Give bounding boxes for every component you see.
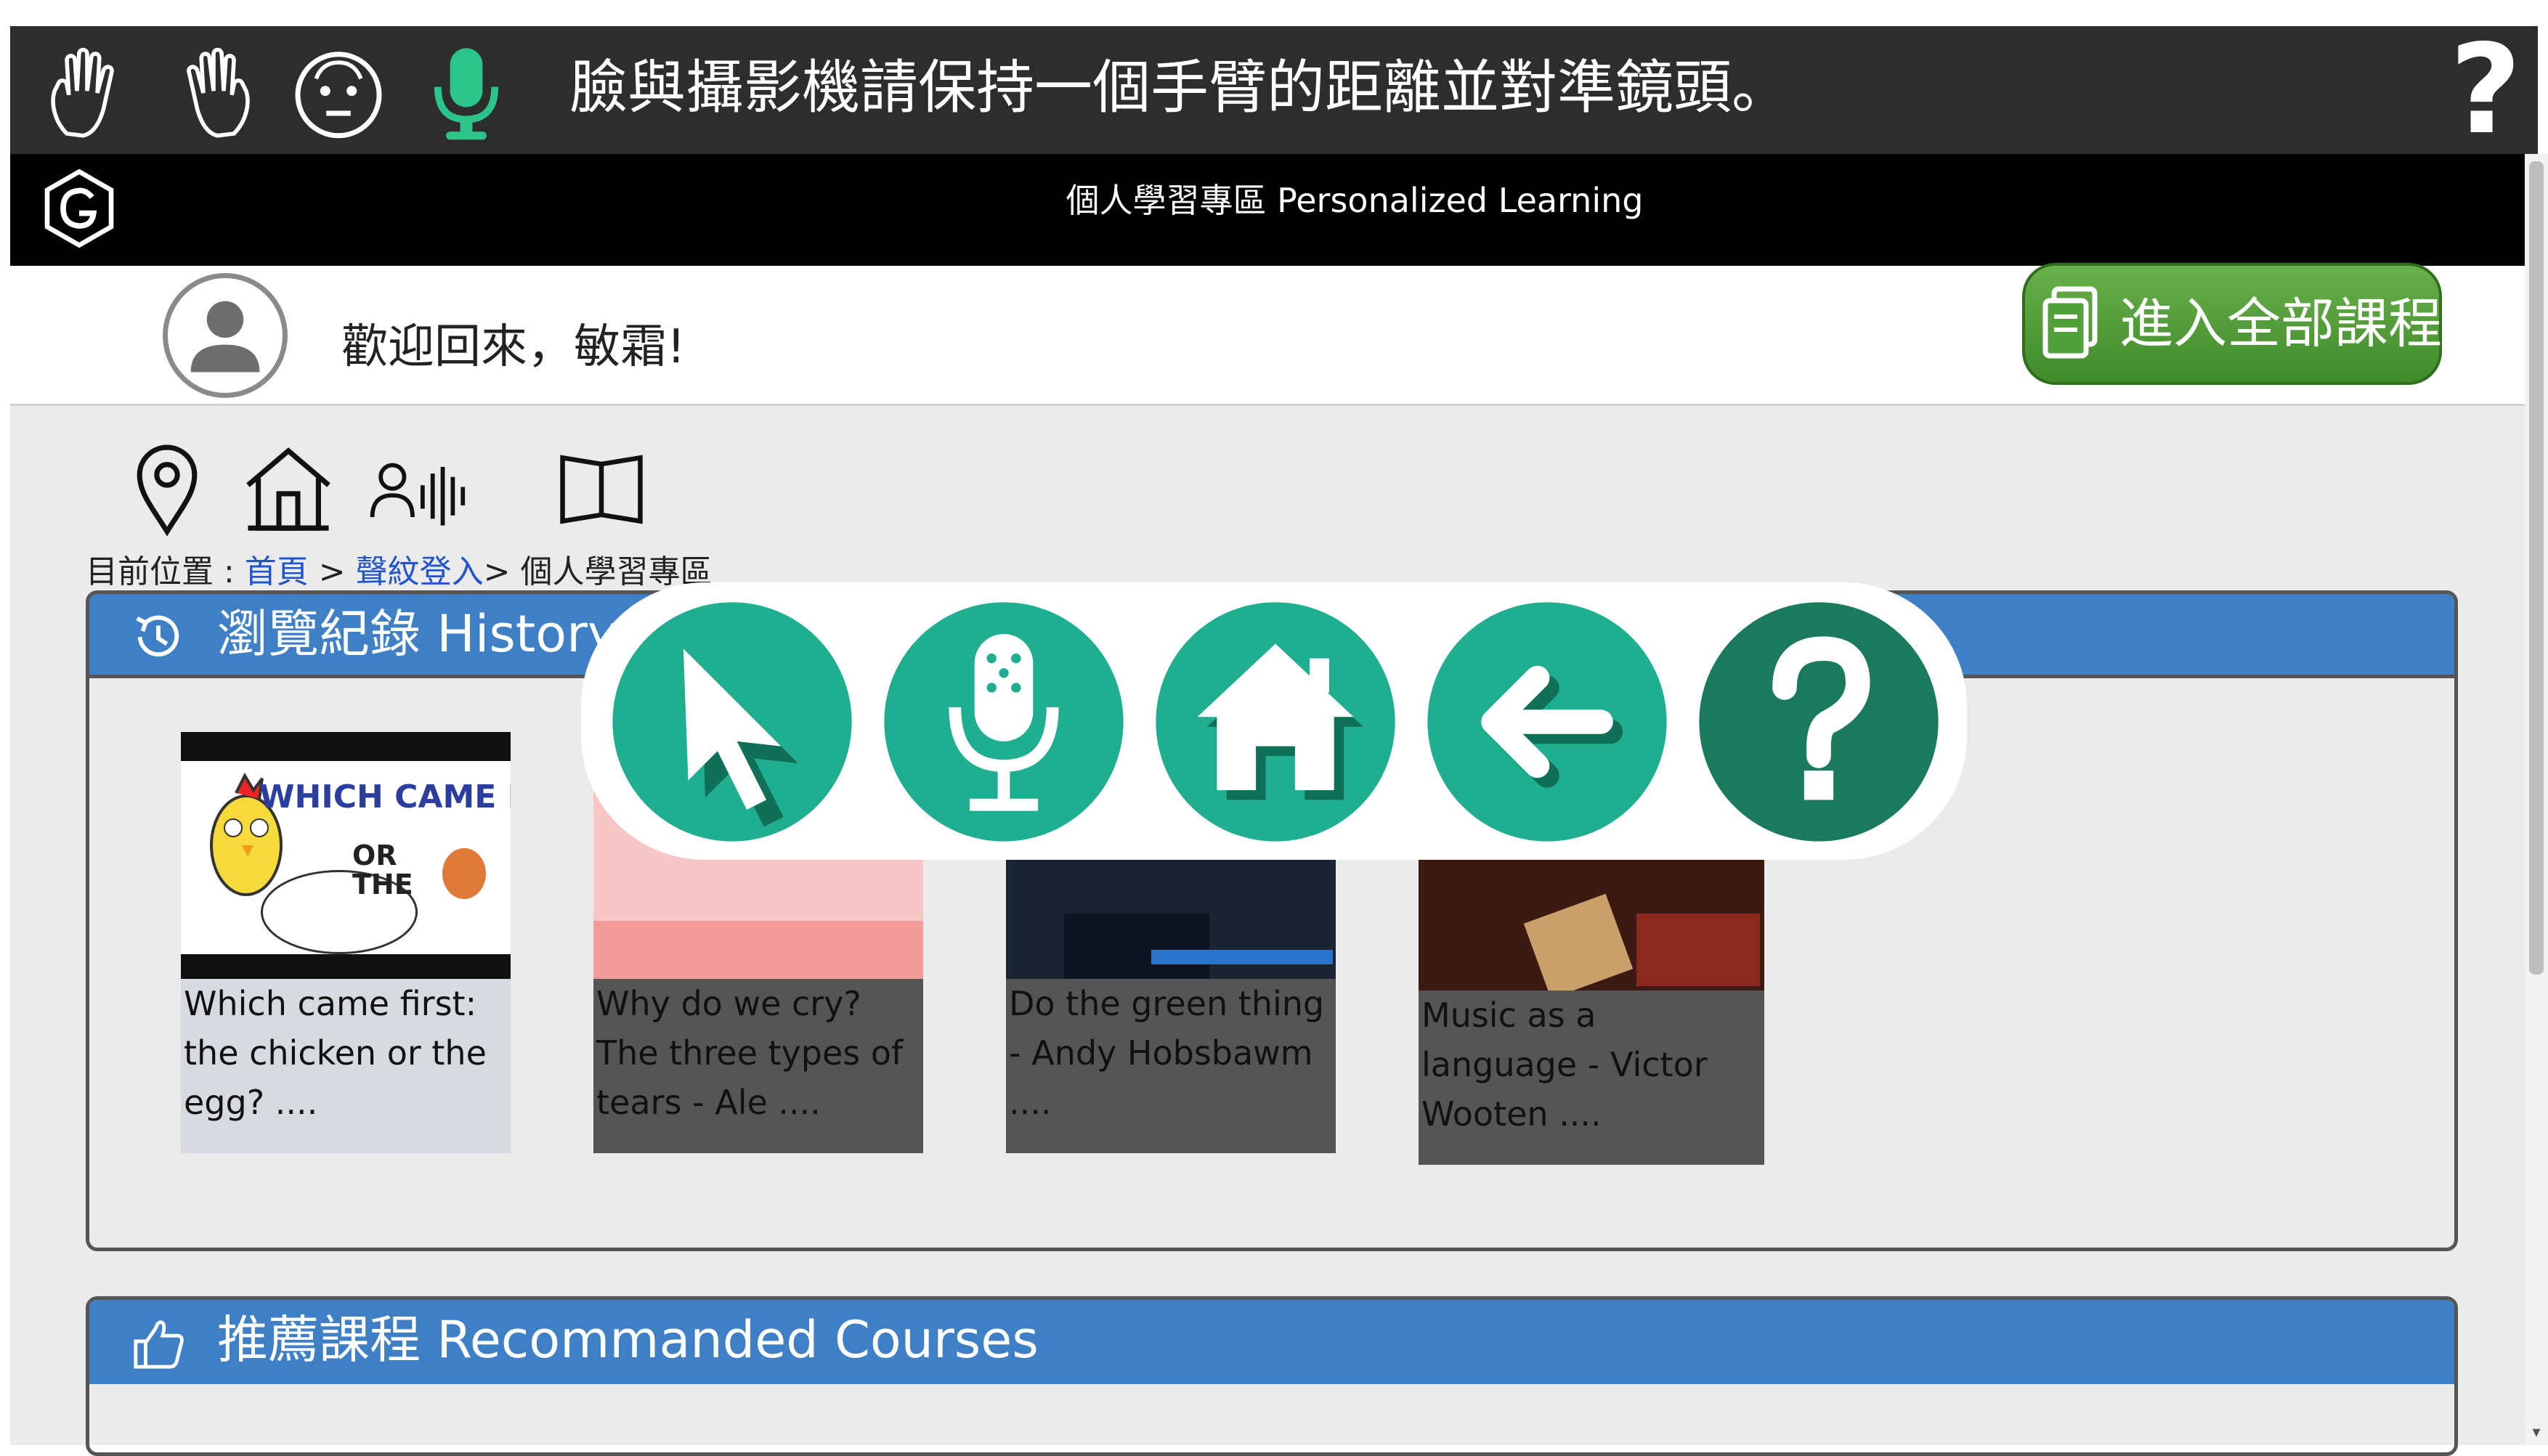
cursor-button[interactable] <box>610 600 854 844</box>
hand-left-icon[interactable] <box>36 42 138 144</box>
vertical-scrollbar[interactable]: ▾ <box>2525 154 2548 1445</box>
hand-right-icon[interactable] <box>163 42 264 144</box>
microphone-icon[interactable] <box>415 42 517 144</box>
recommended-title: 推薦課程 Recommanded Courses <box>217 1310 1039 1370</box>
page-title: 個人學習專區 Personalized Learning <box>1066 181 1644 220</box>
voice-button[interactable] <box>882 600 1126 844</box>
breadcrumb: 目前位置 : 首頁 > 聲紋登入> 個人學習專區 <box>86 545 713 592</box>
welcome-row: 歡迎回來，敏霜! 進入全部課程 <box>10 263 2525 406</box>
microphone-icon <box>884 602 1124 842</box>
breadcrumb-separator: > <box>483 553 521 590</box>
scroll-down-arrow-icon[interactable]: ▾ <box>2528 1423 2545 1445</box>
breadcrumb-prefix: 目前位置 : <box>86 553 245 590</box>
recommended-header: 推薦課程 Recommanded Courses <box>89 1300 2454 1384</box>
breadcrumb-home-link[interactable]: 首頁 <box>245 553 309 590</box>
courses-icon <box>2042 286 2098 359</box>
card-title: Music as a language - Victor Wooten .... <box>1421 996 1708 1134</box>
location-pin-icon[interactable] <box>129 442 205 537</box>
history-card[interactable]: WHICH CAME FIRST OR THE Which came first… <box>181 732 511 1153</box>
history-title: 瀏覽紀錄 History <box>217 604 618 664</box>
thumbnail-title: WHICH CAME FIRST <box>259 778 511 816</box>
thumbs-up-icon <box>134 1320 184 1369</box>
home-icon <box>1156 602 1395 842</box>
help-icon[interactable]: ? <box>2442 28 2529 152</box>
floating-toolbar <box>581 582 1967 860</box>
history-clock-icon <box>136 615 179 657</box>
breadcrumb-separator: > <box>308 553 356 590</box>
book-icon[interactable] <box>558 442 645 537</box>
site-header: 個人學習專區 Personalized Learning <box>10 154 2525 266</box>
avatar[interactable] <box>163 273 288 398</box>
back-button[interactable] <box>1425 600 1669 844</box>
breadcrumb-voice-login-link[interactable]: 聲紋登入 <box>356 553 484 590</box>
main-content: 目前位置 : 首頁 > 聲紋登入> 個人學習專區 瀏覽紀錄 History WH… <box>10 406 2525 1456</box>
help-icon <box>1699 602 1939 842</box>
welcome-message: 歡迎回來，敏霜! <box>341 320 686 374</box>
instruction-bar: 臉與攝影機請保持一個手臂的距離並對準鏡頭。 ? <box>10 26 2538 154</box>
scrollbar-thumb[interactable] <box>2529 161 2544 975</box>
back-arrow-icon <box>1427 602 1667 842</box>
all-courses-button[interactable]: 進入全部課程 <box>2022 263 2442 385</box>
voiceprint-icon[interactable] <box>369 442 478 537</box>
cursor-icon <box>612 602 852 842</box>
home-button[interactable] <box>1153 600 1397 844</box>
thumbnail-or-text: OR THE <box>352 839 413 900</box>
video-thumbnail: WHICH CAME FIRST OR THE <box>181 732 511 979</box>
card-title: Do the green thing - Andy Hobsbawm .... <box>1009 984 1325 1122</box>
face-icon[interactable] <box>288 42 389 144</box>
home-icon[interactable] <box>241 442 336 537</box>
help-button[interactable] <box>1697 600 1941 844</box>
recommended-panel: 推薦課程 Recommanded Courses <box>86 1296 2458 1456</box>
card-title: Which came first: the chicken or the egg… <box>184 984 487 1122</box>
instruction-text: 臉與攝影機請保持一個手臂的距離並對準鏡頭。 <box>569 54 1790 121</box>
all-courses-label: 進入全部課程 <box>2119 293 2442 355</box>
card-title: Why do we cry? The three types of tears … <box>596 984 904 1122</box>
